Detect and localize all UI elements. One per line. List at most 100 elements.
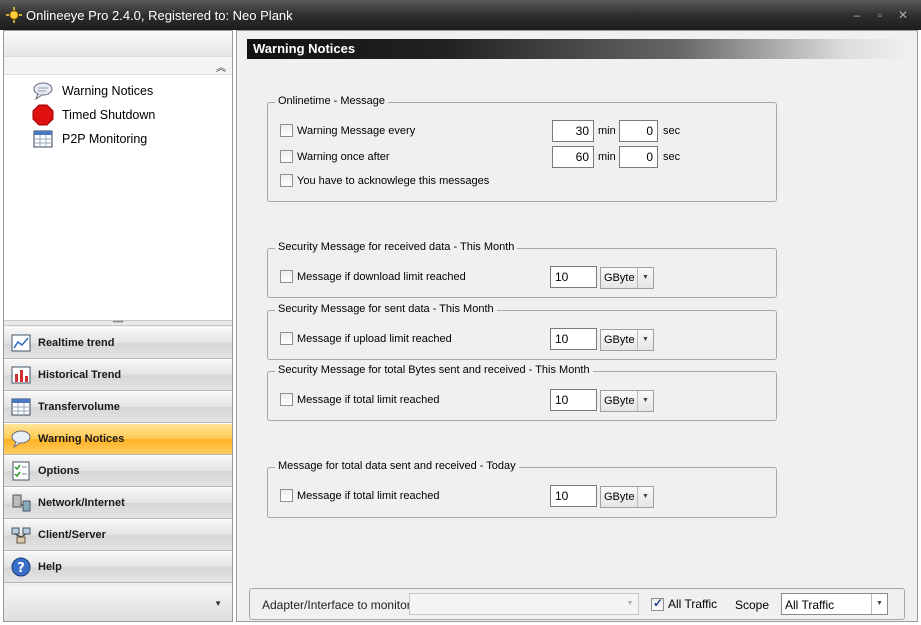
checkbox-box[interactable] [280, 489, 293, 502]
close-icon[interactable]: ✕ [896, 8, 910, 22]
tree-item-timed-shutdown[interactable]: Timed Shutdown [32, 104, 155, 126]
group-legend: Message for total data sent and received… [275, 460, 519, 472]
main-panel: Warning Notices Onlinetime - Message War… [236, 30, 918, 622]
total-today-limit-input[interactable]: 10 [550, 485, 597, 507]
checkbox-box[interactable] [280, 332, 293, 345]
nav-item-transfervolume[interactable]: Transfervolume [4, 391, 232, 423]
warning-every-sec-input[interactable]: 0 [619, 120, 658, 142]
total-month-unit-select[interactable]: GByte ▼ [600, 390, 654, 412]
chevron-down-icon[interactable]: ▼ [637, 391, 653, 411]
help-icon: ? [9, 556, 33, 578]
warning-once-sec-input[interactable]: 0 [619, 146, 658, 168]
sent-limit-group: Security Message for sent data - This Mo… [267, 303, 777, 360]
nav-overflow-bar: ▼ [4, 587, 232, 621]
tree-item-label: Timed Shutdown [62, 108, 156, 122]
nav-item-help[interactable]: ? Help [4, 551, 232, 583]
checkbox-box[interactable] [280, 150, 293, 163]
warning-once-min-input[interactable]: 60 [552, 146, 594, 168]
min-unit-label: min [598, 125, 616, 137]
nav-item-label: Historical Trend [38, 369, 122, 381]
checkbox-box[interactable] [280, 174, 293, 187]
chevron-down-icon[interactable]: ▼ [637, 330, 653, 350]
warning-every-checkbox[interactable]: Warning Message every [280, 124, 415, 137]
checkbox-label: Warning once after [297, 150, 390, 163]
stop-sign-icon [32, 104, 54, 126]
min-unit-label: min [598, 151, 616, 163]
tree-item-label: P2P Monitoring [62, 132, 148, 146]
total-month-limit-checkbox[interactable]: Message if total limit reached [280, 393, 439, 406]
nav-item-network-internet[interactable]: Network/Internet [4, 487, 232, 519]
calendar-grid-icon [32, 129, 54, 149]
nav-item-label: Network/Internet [38, 497, 125, 509]
download-unit-select[interactable]: GByte ▼ [600, 267, 654, 289]
total-today-unit-select[interactable]: GByte ▼ [600, 486, 654, 508]
app-icon [6, 7, 22, 23]
group-legend: Security Message for sent data - This Mo… [275, 303, 497, 315]
upload-limit-checkbox[interactable]: Message if upload limit reached [280, 332, 452, 345]
sidebar-header [4, 31, 232, 57]
nav-item-label: Client/Server [38, 529, 106, 541]
page-title: Warning Notices [247, 39, 911, 59]
upload-unit-select[interactable]: GByte ▼ [600, 329, 654, 351]
nav-item-label: Options [38, 465, 80, 477]
sec-unit-label: sec [663, 151, 681, 163]
nav-item-options[interactable]: Options [4, 455, 232, 487]
tree-item-warning-notices[interactable]: Warning Notices [32, 80, 153, 102]
splitter-handle[interactable]: ••••• [4, 320, 232, 326]
checkbox-box[interactable] [280, 124, 293, 137]
chevron-down-icon[interactable]: ▼ [871, 594, 887, 614]
checkbox-label: Message if download limit reached [297, 270, 466, 283]
download-limit-checkbox[interactable]: Message if download limit reached [280, 270, 466, 283]
checkbox-label: You have to acknowlege this messages [297, 174, 490, 187]
maximize-icon[interactable]: ▫ [873, 8, 887, 22]
nav-item-warning-notices[interactable]: Warning Notices [4, 423, 232, 455]
nav-item-historical-trend[interactable]: Historical Trend [4, 359, 232, 391]
received-limit-group: Security Message for received data - Thi… [267, 241, 777, 298]
upload-limit-input[interactable]: 10 [550, 328, 597, 350]
scope-label: Scope [735, 598, 770, 612]
nav-item-realtime-trend[interactable]: Realtime trend [4, 327, 232, 359]
warning-once-checkbox[interactable]: Warning once after [280, 150, 390, 163]
monitor-footer: Adapter/Interface to monitor ▼ All Traff… [249, 588, 905, 620]
acknowledge-checkbox[interactable]: You have to acknowlege this messages [280, 174, 489, 187]
warning-every-min-input[interactable]: 30 [552, 120, 594, 142]
scope-select[interactable]: All Traffic ▼ [781, 593, 888, 615]
select-value: GByte [604, 334, 635, 346]
nav-item-label: Realtime trend [38, 337, 115, 349]
checkbox-label: Message if total limit reached [297, 393, 440, 406]
window-title: Onlineeye Pro 2.4.0, Registered to: Neo … [26, 8, 293, 23]
tree-item-label: Warning Notices [62, 84, 154, 98]
tree-view: Warning Notices Timed Shutdown P2P Monit… [4, 75, 232, 321]
chevron-down-icon[interactable]: ▼ [622, 594, 638, 614]
adapter-select[interactable]: ▼ [409, 593, 639, 615]
total-today-limit-checkbox[interactable]: Message if total limit reached [280, 489, 439, 502]
network-icon [9, 492, 33, 514]
bar-chart-icon [9, 364, 33, 386]
chevron-down-icon[interactable]: ▼ [214, 599, 222, 608]
download-limit-input[interactable]: 10 [550, 266, 597, 288]
client-server-icon [9, 524, 33, 546]
minimize-icon[interactable]: – [850, 8, 864, 22]
double-chevron-up-icon[interactable]: ︽ [216, 59, 226, 74]
select-value: All Traffic [785, 598, 835, 612]
checkbox-label: Message if upload limit reached [297, 332, 452, 345]
all-traffic-checkbox[interactable]: All Traffic [651, 596, 718, 611]
nav-item-label: Warning Notices [38, 433, 125, 445]
group-legend: Onlinetime - Message [275, 95, 388, 107]
total-month-limit-input[interactable]: 10 [550, 389, 597, 411]
onlinetime-group: Onlinetime - Message Warning Message eve… [267, 95, 777, 202]
chevron-down-icon[interactable]: ▼ [637, 268, 653, 288]
checkbox-label: Warning Message every [297, 124, 416, 137]
calendar-grid-icon [9, 396, 33, 418]
nav-item-label: Help [38, 561, 62, 573]
tree-collapse-bar[interactable]: ︽ [4, 57, 232, 75]
chevron-down-icon[interactable]: ▼ [637, 487, 653, 507]
checkbox-label: All Traffic [668, 597, 718, 611]
nav-item-client-server[interactable]: Client/Server [4, 519, 232, 551]
checkbox-box[interactable] [651, 596, 664, 611]
group-legend: Security Message for total Bytes sent an… [275, 364, 593, 376]
checkbox-box[interactable] [280, 270, 293, 283]
checkbox-box[interactable] [280, 393, 293, 406]
group-legend: Security Message for received data - Thi… [275, 241, 518, 253]
tree-item-p2p-monitoring[interactable]: P2P Monitoring [32, 128, 147, 150]
